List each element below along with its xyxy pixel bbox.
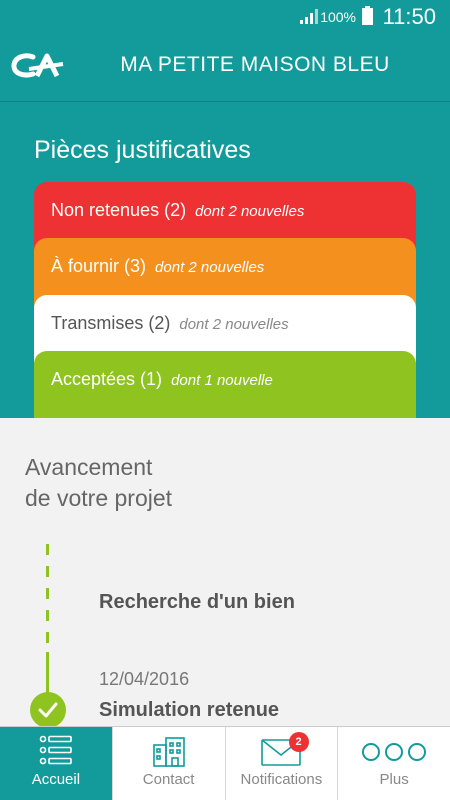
page-title: MA PETITE MAISON BLEU (120, 53, 390, 76)
project-progress: Avancement de votre projet Recherche d'u… (0, 418, 450, 726)
documents-panel: Pièces justificatives Non retenues (2) d… (0, 102, 450, 418)
doc-card-sub: dont 2 nouvelles (179, 316, 289, 333)
bottom-navigation: Accueil Contact 2 Notifications Plus (0, 726, 450, 800)
more-icon (362, 743, 427, 761)
step-title: Recherche d'un bien (99, 591, 295, 613)
nav-notifications[interactable]: 2 Notifications (224, 727, 338, 800)
doc-card-sub: dont 1 nouvelle (171, 372, 273, 389)
signal-icon (300, 9, 318, 24)
list-icon (39, 735, 72, 765)
nav-label: Notifications (240, 771, 323, 788)
doc-card-acceptees[interactable]: Acceptées (1) dont 1 nouvelle (34, 351, 416, 418)
nav-accueil[interactable]: Accueil (0, 727, 112, 800)
nav-plus[interactable]: Plus (337, 727, 450, 800)
doc-card-sub: dont 2 nouvelles (195, 203, 305, 220)
check-icon (30, 692, 66, 726)
progress-title-line2: de votre projet (25, 485, 173, 511)
progress-title-line1: Avancement (25, 454, 153, 480)
doc-card-label: Non retenues (2) (51, 200, 187, 220)
doc-card-label: À fournir (3) (51, 256, 147, 276)
step-title: Simulation retenue (99, 699, 280, 721)
documents-title: Pièces justificatives (34, 136, 251, 164)
doc-card-label: Acceptées (1) (51, 369, 163, 389)
timeline-dashed-line (46, 544, 49, 652)
doc-card-sub: dont 2 nouvelles (155, 259, 265, 276)
brand-logo-icon (11, 53, 64, 78)
app-header: MA PETITE MAISON BLEU (0, 32, 450, 102)
progress-title: Avancement de votre projet (25, 452, 172, 514)
nav-contact[interactable]: Contact (111, 727, 225, 800)
status-time: 11:50 (382, 4, 436, 29)
notification-badge: 2 (288, 732, 309, 752)
nav-label: Accueil (31, 771, 81, 788)
status-bar: 100% 11:50 (0, 0, 450, 32)
building-icon (152, 737, 185, 767)
battery-icon (362, 6, 373, 25)
nav-label: Plus (379, 771, 409, 788)
step-date: 12/04/2016 (99, 669, 190, 689)
nav-label: Contact (142, 771, 195, 788)
doc-card-label: Transmises (2) (51, 313, 171, 333)
battery-percentage: 100% (320, 9, 356, 25)
